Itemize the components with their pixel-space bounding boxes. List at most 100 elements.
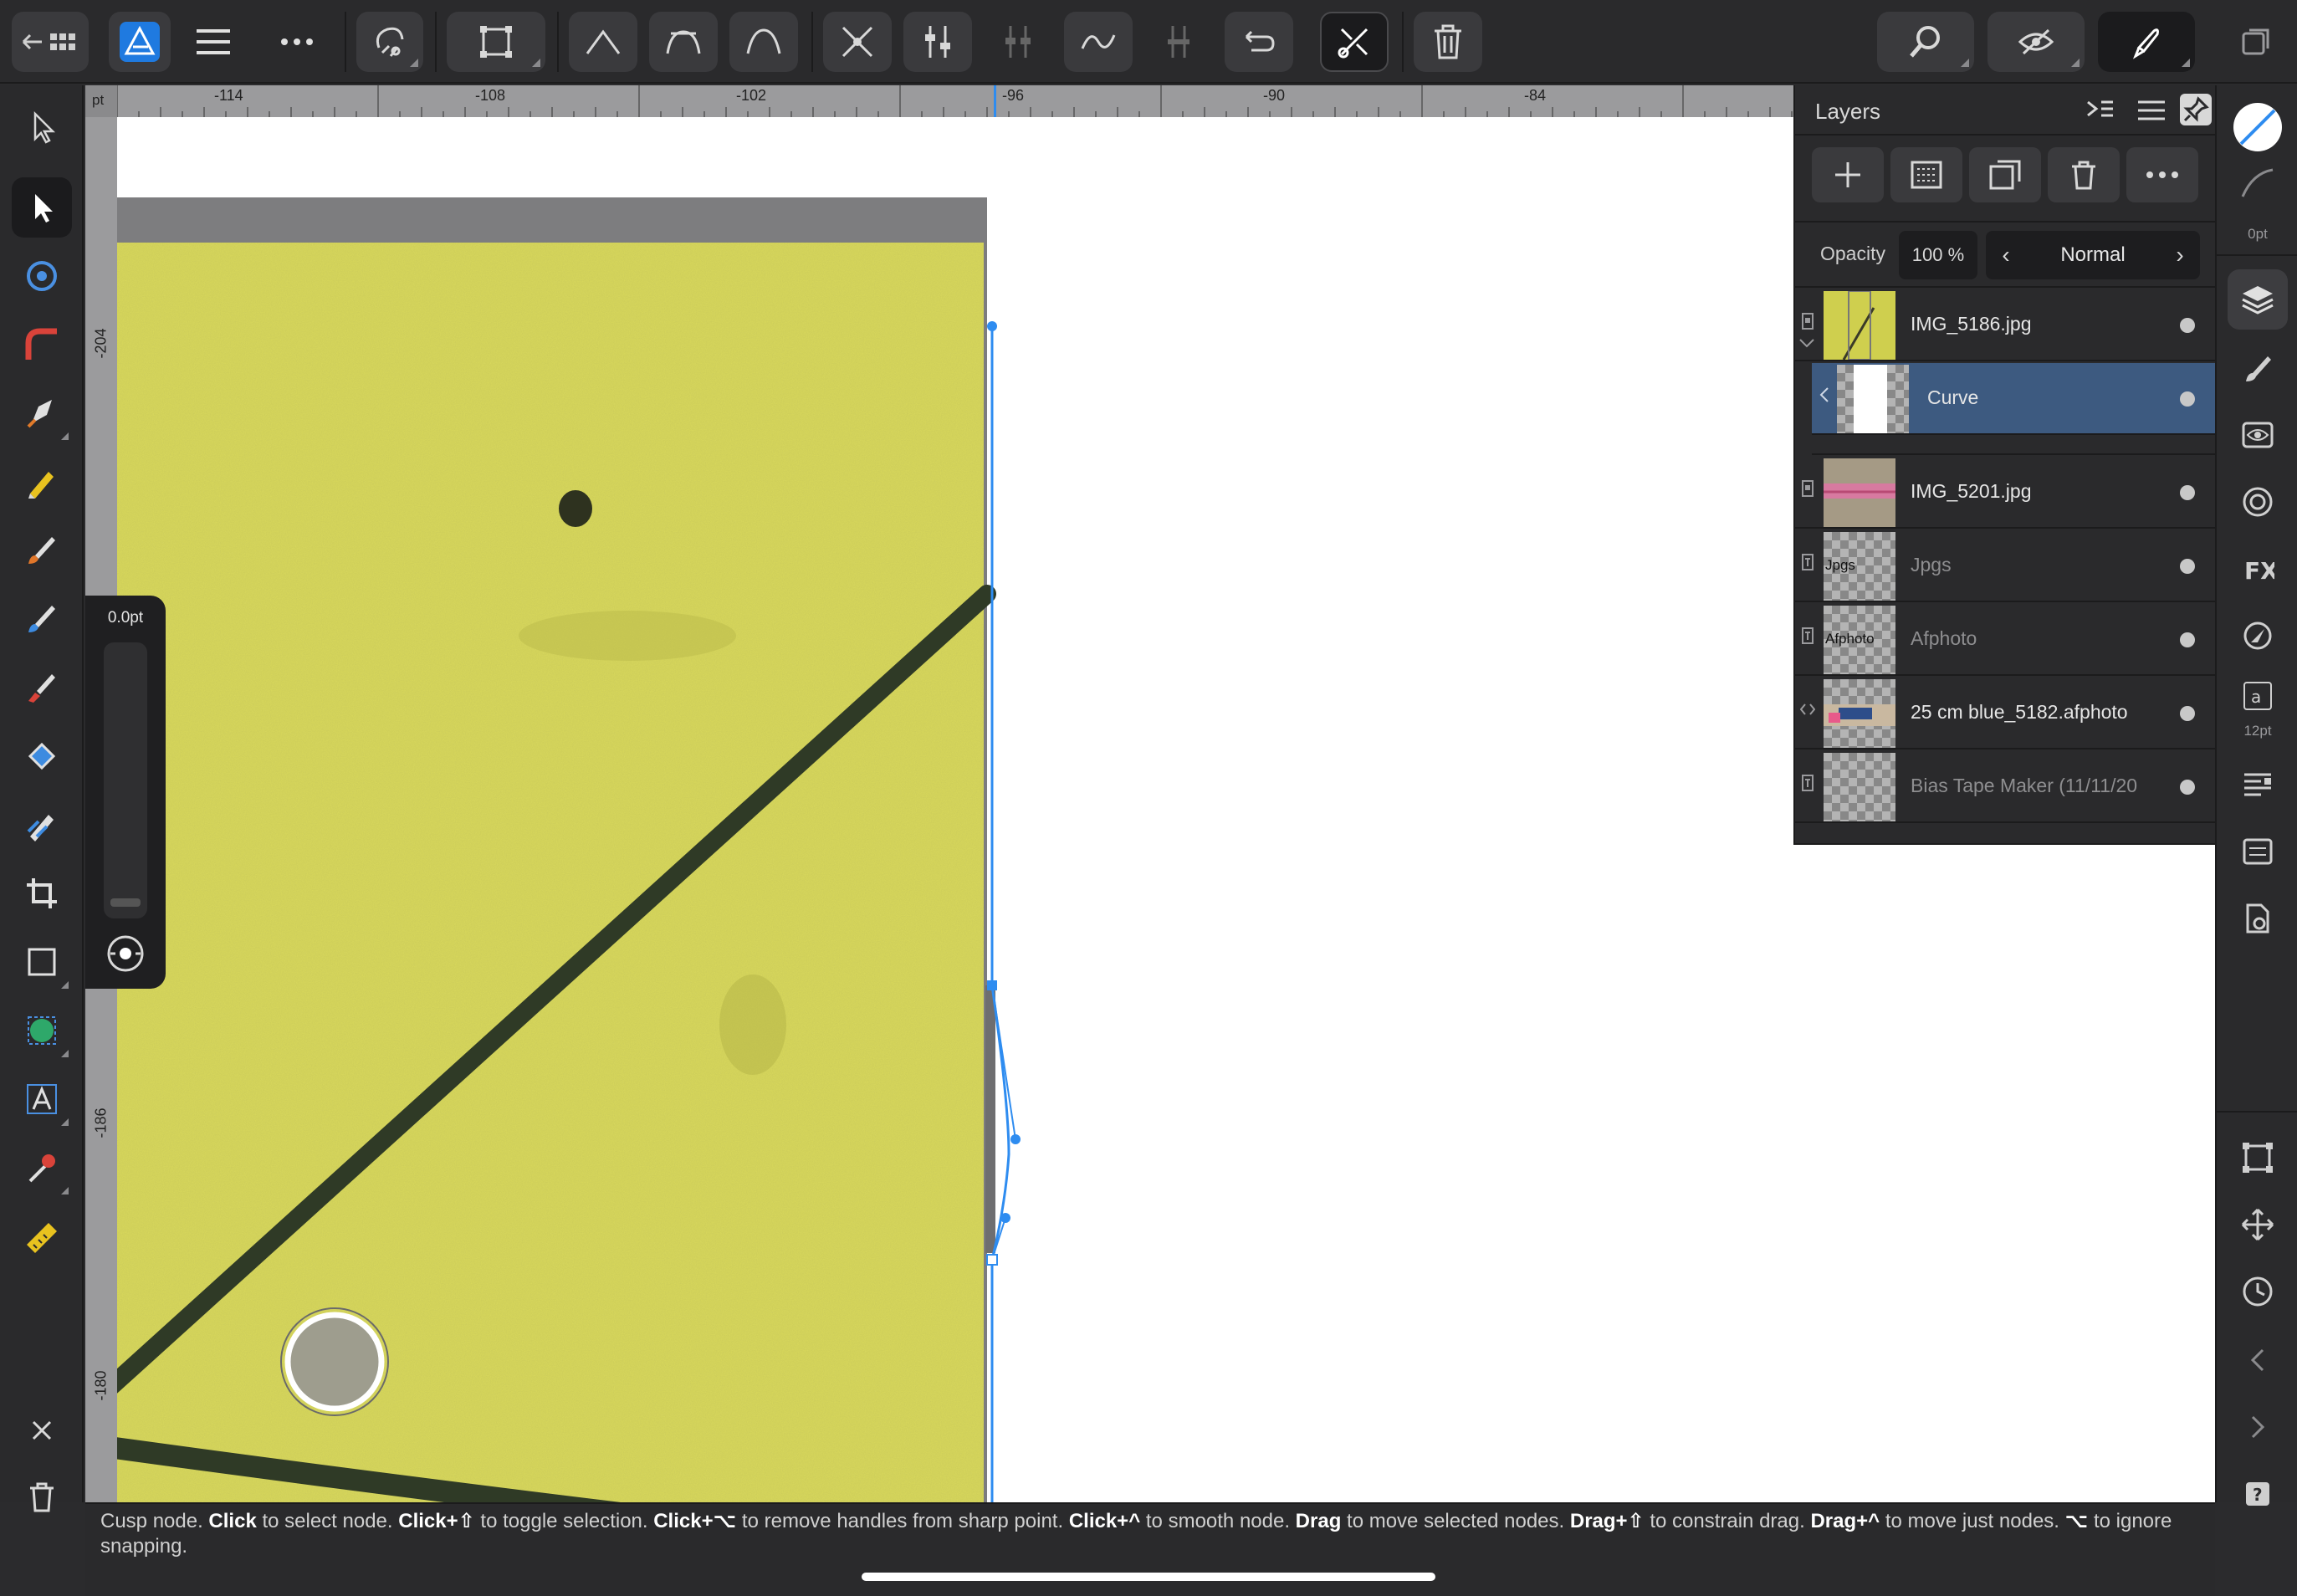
join-curves-button[interactable] (1144, 12, 1213, 72)
paint-bucket-tool[interactable] (12, 726, 72, 786)
home-indicator[interactable] (862, 1573, 1435, 1581)
reverse-curve-button[interactable] (1320, 12, 1389, 72)
slider-thumb[interactable] (110, 898, 141, 907)
blend-next-button[interactable]: › (2163, 231, 2197, 279)
snapping-button[interactable] (356, 12, 423, 72)
vector-brush-tool[interactable] (12, 520, 72, 581)
next-studio-button[interactable] (2228, 1397, 2288, 1457)
sharp-node-button[interactable] (569, 12, 637, 72)
transparency-tool[interactable] (12, 657, 72, 718)
point-transform-tool[interactable] (12, 246, 72, 306)
panel-collapse-icon (2087, 100, 2113, 117)
selected-curve-path[interactable] (990, 326, 1010, 1502)
layer-row[interactable]: IMG_5201.jpg (1795, 457, 2217, 529)
layer-visibility-toggle[interactable] (2180, 318, 2195, 333)
zoom-button[interactable] (1877, 12, 1974, 72)
rectangle-tool[interactable] (12, 932, 72, 992)
designer-persona-button[interactable] (109, 12, 171, 72)
pen-tool[interactable] (12, 383, 72, 443)
layer-row[interactable]: IMG_5186.jpg (1795, 289, 2217, 361)
vector-crop-tool[interactable] (12, 1000, 72, 1061)
fill-tool[interactable] (12, 589, 72, 649)
smooth-node-button[interactable] (649, 12, 718, 72)
brush-size-slider[interactable]: 0.0pt (85, 596, 166, 989)
help-button[interactable]: ? (2228, 1464, 2288, 1524)
navigator-studio-button[interactable] (2228, 1194, 2288, 1255)
curve-node[interactable] (986, 1254, 998, 1266)
layer-visibility-toggle[interactable] (2180, 706, 2195, 721)
align-nodes-button[interactable] (903, 12, 972, 72)
horizontal-ruler[interactable]: -114 -108 -102 -96 -90 -84 (117, 85, 1793, 117)
layer-thumbnail (1824, 291, 1895, 360)
document-settings-button[interactable] (2228, 888, 2288, 949)
layer-row[interactable]: 25 cm blue_5182.afphoto (1795, 678, 2217, 749)
layers-studio-button[interactable] (2228, 269, 2288, 330)
color-studio-button[interactable] (2228, 472, 2288, 532)
add-layer-button[interactable] (1812, 147, 1884, 202)
slider-toggle[interactable] (105, 934, 146, 974)
layer-row[interactable]: Jpgs Jpgs (1795, 530, 2217, 602)
touch-modifier-icon[interactable] (284, 1312, 385, 1412)
delete-button[interactable] (12, 1467, 72, 1527)
artistic-text-tool[interactable] (12, 1069, 72, 1129)
curve-node-selected[interactable] (987, 980, 997, 990)
transparency-studio-button[interactable] (2228, 606, 2288, 666)
corner-tool[interactable] (12, 315, 72, 375)
layer-row[interactable]: Afphoto Afphoto (1795, 604, 2217, 676)
appearance-studio-button[interactable] (2228, 405, 2288, 465)
break-curve-button[interactable] (823, 12, 892, 72)
crop-tool[interactable] (12, 863, 72, 923)
move-tool[interactable] (12, 97, 72, 157)
window-toggle-button[interactable] (2225, 12, 2287, 72)
color-swatch-button[interactable] (2228, 97, 2288, 157)
view-mode-button[interactable] (1987, 12, 2085, 72)
back-to-gallery-button[interactable] (12, 12, 89, 72)
cancel-button[interactable] (12, 1400, 72, 1460)
pin-panel-button[interactable] (2180, 94, 2212, 125)
paint-mixer-tool[interactable] (12, 795, 72, 855)
expand-chevron-icon[interactable] (1798, 338, 1815, 350)
transform-studio-button[interactable] (2228, 1128, 2288, 1188)
distribute-nodes-button[interactable] (984, 12, 1052, 72)
layer-visibility-toggle[interactable] (2180, 632, 2195, 647)
stock-studio-button[interactable] (2228, 821, 2288, 882)
fx-studio-button[interactable]: FX (2228, 539, 2288, 599)
brushes-studio-button[interactable] (2228, 338, 2288, 398)
transform-button[interactable] (447, 12, 545, 72)
close-curve-button[interactable] (1225, 12, 1293, 72)
add-mask-button[interactable] (1890, 147, 1962, 202)
history-studio-button[interactable] (2228, 1261, 2288, 1322)
layer-visibility-toggle[interactable] (2180, 780, 2195, 795)
bezier-handle[interactable] (1010, 1134, 1021, 1144)
delete-node-button[interactable] (1414, 12, 1482, 72)
convert-curve-button[interactable] (1064, 12, 1133, 72)
layer-visibility-toggle[interactable] (2180, 559, 2195, 574)
pencil-tool[interactable] (12, 452, 72, 512)
measure-tool[interactable] (12, 1206, 72, 1266)
node-tool[interactable] (12, 177, 72, 238)
stroke-width-button[interactable] (2228, 162, 2288, 204)
color-picker-tool[interactable] (12, 1138, 72, 1198)
layer-visibility-toggle[interactable] (2180, 485, 2195, 500)
paragraph-studio-button[interactable] (2228, 755, 2288, 815)
blend-mode-selector[interactable]: ‹ Normal › (1986, 231, 2200, 279)
previous-studio-button[interactable] (2228, 1330, 2288, 1390)
slider-track[interactable] (104, 642, 147, 918)
smart-node-button[interactable] (729, 12, 798, 72)
layer-row[interactable]: Bias Tape Maker (11/11/20 (1795, 751, 2217, 823)
delete-layer-button[interactable] (2048, 147, 2120, 202)
menu-button[interactable] (182, 12, 244, 72)
brush-icon (28, 537, 55, 564)
curve-node[interactable] (987, 321, 997, 331)
opacity-input[interactable]: 100 % (1899, 231, 1977, 279)
collapse-panel-button[interactable] (2085, 95, 2115, 125)
layer-visibility-toggle[interactable] (2180, 391, 2195, 407)
more-button[interactable] (266, 12, 328, 72)
group-layers-button[interactable] (1969, 147, 2041, 202)
layer-row-selected[interactable]: Curve (1812, 363, 2217, 435)
assistant-button[interactable] (2098, 12, 2195, 72)
layer-more-button[interactable] (2126, 147, 2198, 202)
text-studio-button[interactable]: a (2228, 671, 2288, 721)
panel-menu-button[interactable] (2136, 95, 2167, 125)
bezier-handle[interactable] (1000, 1213, 1010, 1223)
